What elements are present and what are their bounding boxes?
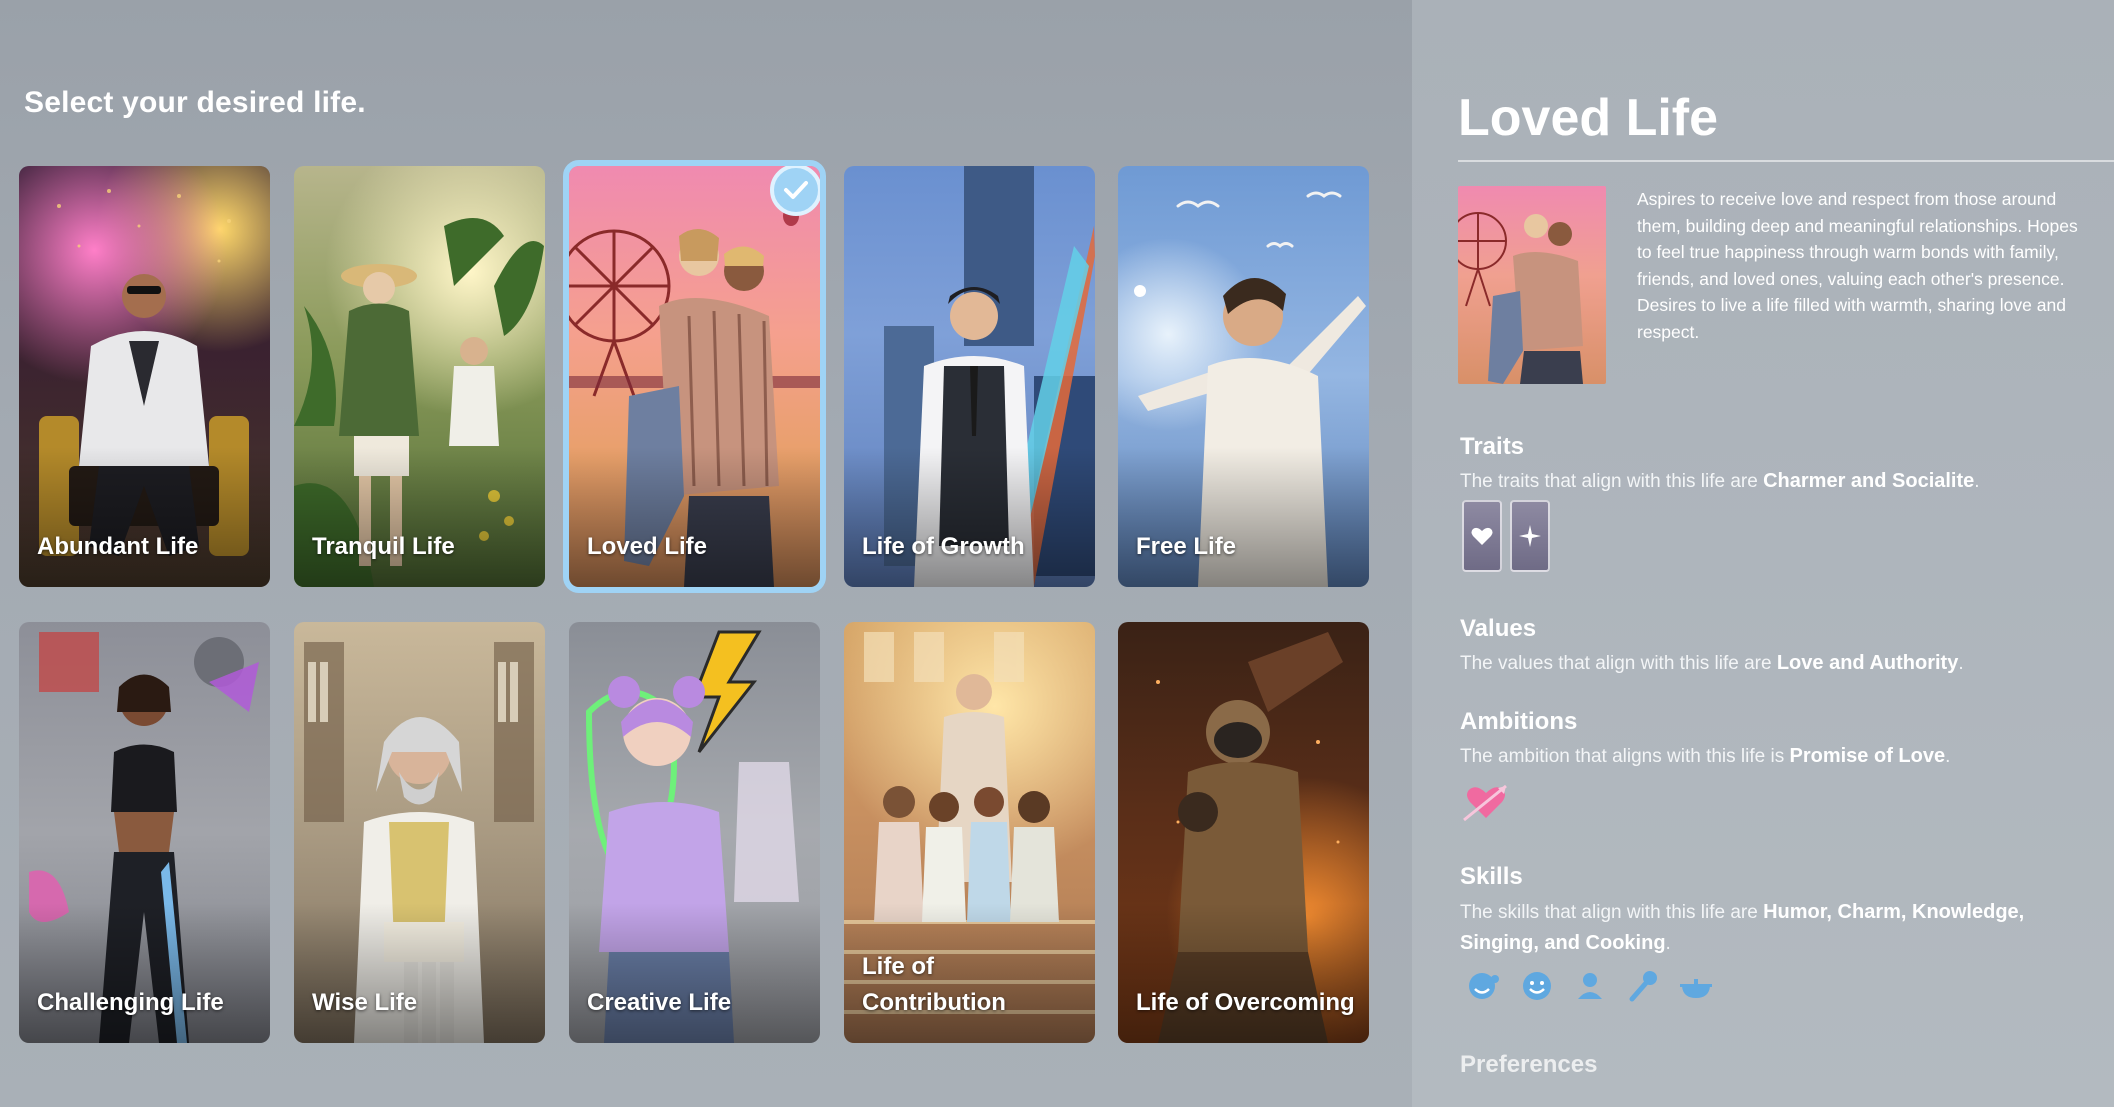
life-card-creative[interactable]: Creative Life <box>569 622 820 1043</box>
life-card-wise[interactable]: Wise Life <box>294 622 545 1043</box>
life-card-challenging[interactable]: Challenging Life <box>19 622 270 1043</box>
life-card-label: Free Life <box>1136 533 1237 560</box>
traits-text: The traits that align with this life are… <box>1460 470 1980 492</box>
skills-highlight-2: Singing, and Cooking <box>1460 932 1666 954</box>
ambitions-highlight: Promise of Love <box>1789 745 1946 767</box>
skills-heading: Skills <box>1460 863 1523 890</box>
life-card-label: Life of Growth <box>862 533 1025 560</box>
life-card-growth[interactable]: Life of Growth <box>844 166 1095 587</box>
life-card-label: Life of Contribution <box>862 953 1006 1016</box>
detail-description: Aspires to receive love and respect from… <box>1637 189 2078 342</box>
values-text: The values that align with this life are… <box>1460 652 1964 674</box>
page-title: Select your desired life. <box>24 86 366 119</box>
life-card-label: Life of Overcoming <box>1136 989 1355 1016</box>
cooking-icon[interactable] <box>1678 968 1714 1004</box>
knowledge-icon[interactable] <box>1572 968 1608 1004</box>
ambitions-heading: Ambitions <box>1460 708 1578 735</box>
values-heading: Values <box>1460 615 1537 642</box>
detail-thumbnail <box>1458 186 1606 384</box>
ambitions-text: The ambition that aligns with this life … <box>1460 745 1951 767</box>
life-card-abundant[interactable]: Abundant Life <box>19 166 270 587</box>
life-card-label: Loved Life <box>587 533 708 560</box>
heart-arrow-icon[interactable] <box>1462 780 1510 824</box>
life-card-tranquil[interactable]: Tranquil Life <box>294 166 545 587</box>
life-card-label: Creative Life <box>587 989 732 1016</box>
humor-icon[interactable] <box>1466 968 1502 1004</box>
life-card-free[interactable]: Free Life <box>1118 166 1369 587</box>
charm-icon[interactable] <box>1519 968 1555 1004</box>
life-card-label: Wise Life <box>312 989 418 1016</box>
detail-title: Loved Life <box>1458 89 1719 147</box>
title-divider <box>1458 160 2114 162</box>
traits-heading: Traits <box>1460 433 1525 460</box>
life-card-loved[interactable]: Loved Life <box>563 160 826 593</box>
life-card-label: Tranquil Life <box>312 533 455 560</box>
life-card-overcoming[interactable]: Life of Overcoming <box>1118 622 1369 1043</box>
preferences-heading: Preferences <box>1460 1051 1598 1078</box>
life-card-contribution[interactable]: Life of Contribution <box>844 622 1095 1043</box>
skills-text: The skills that align with this life are… <box>1460 901 2025 954</box>
values-highlight: Love and Authority <box>1776 652 1959 674</box>
heart-trait-icon[interactable] <box>1462 500 1502 572</box>
skills-highlight: Humor, Charm, Knowledge, <box>1763 901 2025 923</box>
singing-icon[interactable] <box>1625 968 1661 1004</box>
life-card-label: Challenging Life <box>37 989 224 1016</box>
sparkle-trait-icon[interactable] <box>1510 500 1550 572</box>
traits-highlight: Charmer and Socialite <box>1763 470 1975 492</box>
life-card-label: Abundant Life <box>37 533 199 560</box>
selected-check-icon <box>770 166 820 216</box>
